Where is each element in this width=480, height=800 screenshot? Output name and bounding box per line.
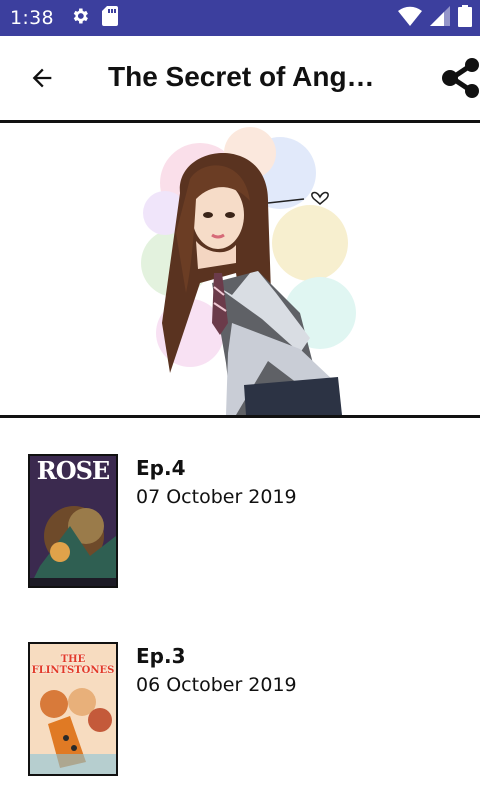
- gear-icon: [70, 6, 90, 31]
- signal-icon: [430, 5, 450, 31]
- status-bar: 1:38: [0, 0, 480, 36]
- page-title: The Secret of Ang…: [108, 61, 375, 92]
- sd-card-icon: [101, 5, 118, 31]
- episode-thumbnail: THE FLINTSTONES: [28, 642, 118, 776]
- divider-bottom: [0, 415, 480, 418]
- back-button[interactable]: [24, 62, 60, 98]
- episode-title: Ep.3: [136, 644, 186, 668]
- list-item[interactable]: THE FLINTSTONES Ep.3 06 October 2019: [0, 642, 480, 782]
- episode-date: 07 October 2019: [136, 486, 297, 508]
- battery-icon: [458, 4, 472, 32]
- status-time: 1:38: [10, 7, 54, 29]
- list-item[interactable]: ROSE Ep.4 07 October 2019: [0, 454, 480, 594]
- wifi-icon: [398, 6, 422, 31]
- illustration-girl: [141, 127, 356, 415]
- hero-image: [0, 123, 480, 415]
- share-button[interactable]: [440, 58, 480, 98]
- episode-thumbnail: ROSE: [28, 454, 118, 588]
- share-icon: [440, 58, 480, 98]
- cover-title: ROSE: [36, 456, 110, 485]
- episode-date: 06 October 2019: [136, 674, 297, 696]
- app-bar: The Secret of Ang…: [0, 36, 480, 120]
- arrow-left-icon: [28, 64, 56, 97]
- episode-title: Ep.4: [136, 456, 186, 480]
- cover-title: THE FLINTSTONES: [31, 654, 115, 676]
